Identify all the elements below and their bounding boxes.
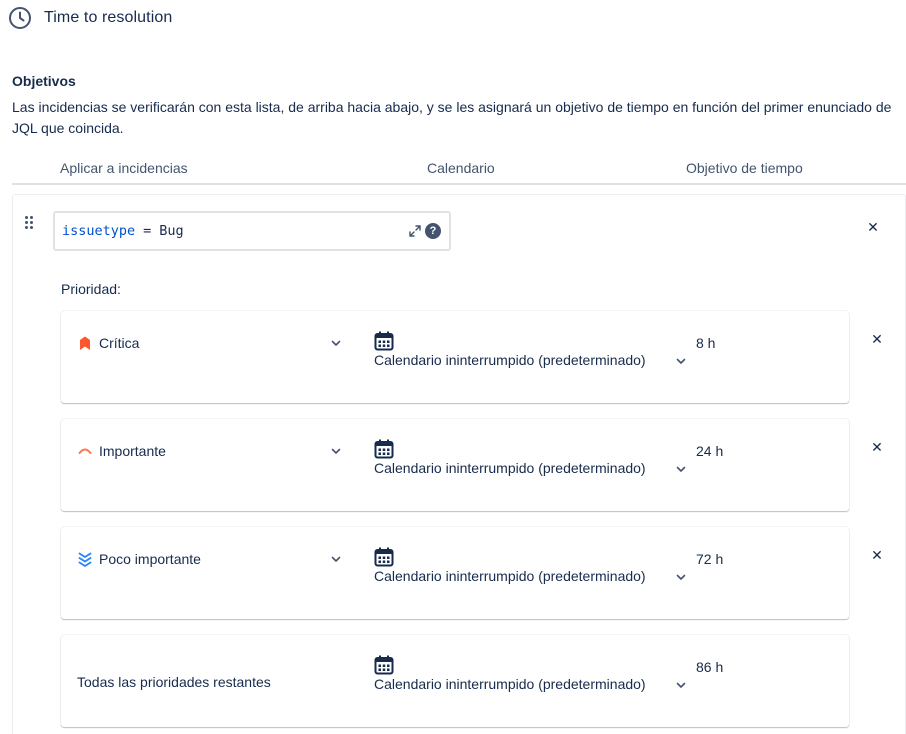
priority-row: Poco importante Calendario ininterrumpid… [61,527,849,619]
chevron-down-icon[interactable] [674,678,688,692]
section-description: Las incidencias se verificarán con esta … [12,99,892,136]
priority-select[interactable]: Poco importante [77,551,201,567]
jql-value: Bug [159,223,184,239]
priority-label: Prioridad: [61,281,121,297]
priority-select[interactable]: Crítica [77,335,139,351]
time-goal-input[interactable]: 8 h [696,335,715,351]
priority-lowest-icon [78,552,92,567]
calendar-select[interactable]: Calendario ininterrumpido (predeterminad… [374,352,646,368]
priority-row: Importante Calendario ininterrumpido (pr… [61,419,849,511]
priority-select[interactable]: Importante [77,443,166,459]
remove-priority-button[interactable]: ✕ [869,331,885,347]
column-header-apply-to: Aplicar a incidencias [60,160,188,176]
column-header-time-goal: Objetivo de tiempo [686,160,803,176]
chevron-down-icon[interactable] [329,444,343,458]
time-goal-input[interactable]: 24 h [696,443,723,459]
column-headers: Aplicar a incidencias Calendario Objetiv… [12,153,906,185]
page-title: Time to resolution [44,9,173,26]
calendar-select[interactable]: Calendario ininterrumpido (predeterminad… [374,676,646,692]
column-header-calendar: Calendario [427,160,495,176]
chevron-down-icon[interactable] [674,354,688,368]
calendar-icon [374,331,394,351]
calendar-icon [374,547,394,567]
priority-label-text: Crítica [99,335,140,351]
time-goal-input[interactable]: 86 h [696,659,723,675]
jql-field: issuetype [62,223,136,239]
chevron-down-icon[interactable] [674,570,688,584]
calendar-select[interactable]: Calendario ininterrumpido (predeterminad… [374,460,646,476]
calendar-select[interactable]: Calendario ininterrumpido (predeterminad… [374,568,646,584]
remove-priority-button[interactable]: ✕ [869,439,885,455]
priority-high-icon [78,448,92,454]
priority-row: Crítica Calendario ininterrumpido (prede… [61,311,849,403]
priority-critical-icon [80,336,90,350]
remove-priority-button[interactable]: ✕ [869,547,885,563]
help-icon[interactable]: ? [425,223,441,239]
clock-icon [9,7,31,29]
priority-label-text: Importante [99,443,166,459]
chevron-down-icon[interactable] [329,336,343,350]
calendar-icon [374,439,394,459]
jql-input[interactable]: issuetype = Bug ? [53,211,451,251]
chevron-down-icon[interactable] [329,552,343,566]
jql-operator: = [143,223,152,239]
remaining-priorities-label: Todas las prioridades restantes [77,674,271,690]
chevron-down-icon[interactable] [674,462,688,476]
priority-label-text: Poco importante [99,551,201,567]
priority-row: Todas las prioridades restantes Calendar… [61,635,849,727]
report-header: Time to resolution [8,5,172,31]
calendar-icon [374,655,394,675]
time-goal-input[interactable]: 72 h [696,551,723,567]
drag-handle-icon[interactable] [25,216,35,230]
section-heading: Objetivos [12,73,76,89]
expand-icon[interactable] [409,225,421,237]
remove-goal-button[interactable]: ✕ [865,219,881,235]
